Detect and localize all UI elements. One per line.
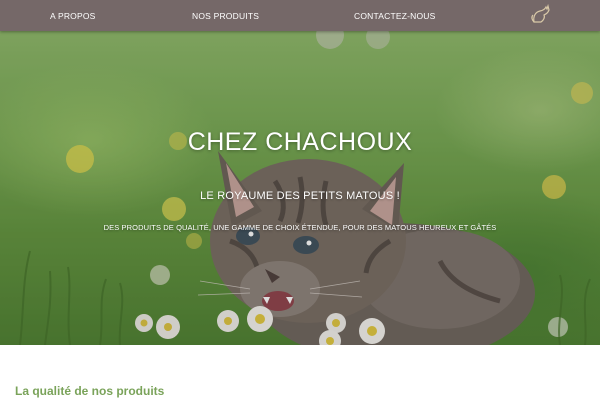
top-navbar: A PROPOS NOS PRODUITS CONTACTEZ-NOUS	[0, 0, 600, 31]
hero-subtitle: LE ROYAUME DES PETITS MATOUS !	[200, 190, 400, 202]
nav-link-a-propos[interactable]: A PROPOS	[50, 11, 96, 21]
nav-link-contactez-nous[interactable]: CONTACTEZ-NOUS	[354, 11, 436, 21]
cat-logo-icon[interactable]	[528, 3, 552, 27]
nav-link-nos-produits[interactable]: NOS PRODUITS	[192, 11, 259, 21]
section-title-quality: La qualité de nos produits	[15, 384, 165, 398]
hero-banner: CHEZ CHACHOUX LE ROYAUME DES PETITS MATO…	[0, 31, 600, 345]
hero-tagline: DES PRODUITS DE QUALITÉ, UNE GAMME DE CH…	[103, 223, 497, 232]
hero-title: CHEZ CHACHOUX	[187, 128, 413, 156]
hero-dim-overlay	[0, 31, 600, 345]
